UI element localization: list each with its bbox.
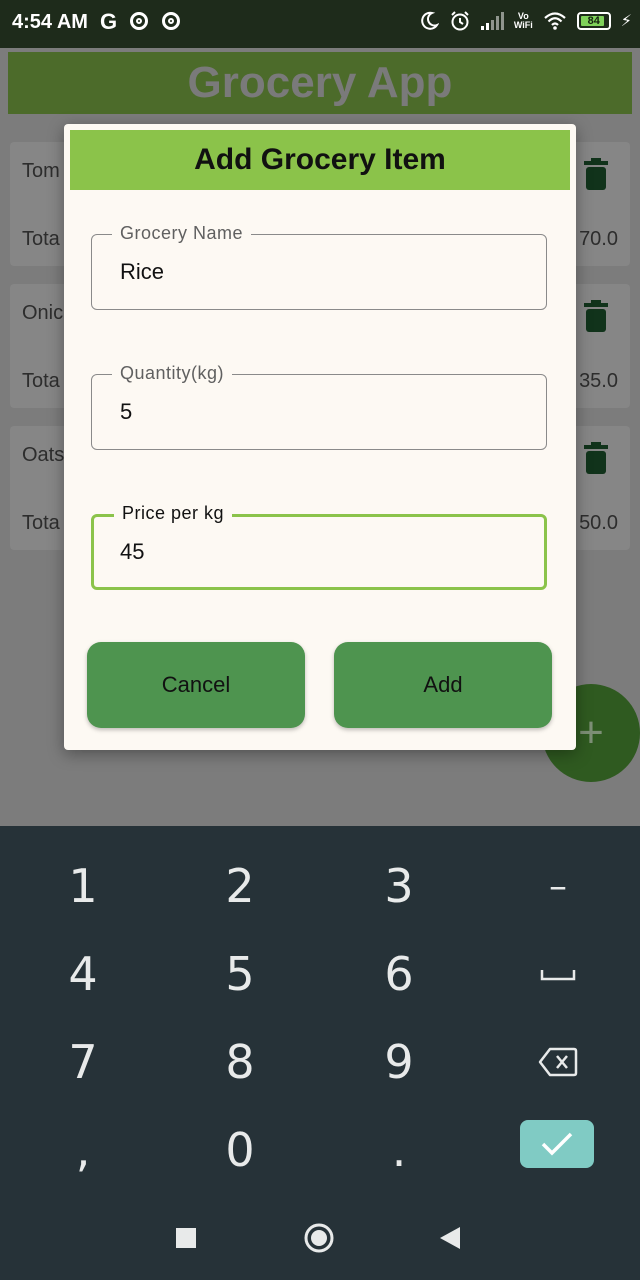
data-saver-icon-2	[162, 12, 180, 30]
vowifi-icon: Vo WiFi	[514, 12, 533, 30]
price-field[interactable]: Price per kg 45	[91, 503, 547, 590]
add-icon: +	[578, 708, 604, 757]
key-7[interactable]: 7	[3, 1018, 163, 1106]
google-icon: G	[100, 9, 118, 34]
trash-icon[interactable]	[584, 158, 608, 190]
signal-icon	[480, 12, 504, 30]
space-icon	[540, 970, 576, 981]
item-name: Oats	[22, 444, 65, 466]
item-total-label: Tota	[22, 228, 60, 250]
space-key[interactable]	[478, 930, 638, 1018]
item-total-price: 35.0	[579, 370, 618, 392]
recents-icon[interactable]	[176, 1228, 196, 1248]
key-9[interactable]: 9	[319, 1018, 479, 1106]
key-1[interactable]: 1	[3, 842, 163, 930]
vowifi-wifi: WiFi	[513, 20, 533, 30]
key-period[interactable]: .	[319, 1106, 479, 1194]
key-8[interactable]: 8	[160, 1018, 320, 1106]
dialog-title: Add Grocery Item	[70, 130, 570, 190]
add-grocery-dialog: Add Grocery Item Grocery Name Rice Quant…	[64, 124, 576, 750]
app-title: Grocery App	[187, 58, 453, 107]
status-time: 4:54 AM	[12, 11, 88, 33]
grocery-name-label: Grocery Name	[112, 223, 252, 244]
item-name: Onic	[22, 302, 64, 324]
item-total-label: Tota	[22, 370, 60, 392]
quantity-value[interactable]: 5	[120, 399, 132, 425]
status-bar: 4:54 AM G Vo WiFi 84 ⚡	[0, 0, 640, 48]
app-bar: Grocery App	[8, 52, 632, 114]
backspace-icon	[538, 1047, 578, 1077]
charging-icon: ⚡	[620, 13, 632, 30]
numeric-keyboard: 1 2 3 – 4 5 6 7 8 9 , 0 .	[0, 826, 640, 1280]
trash-icon[interactable]	[584, 442, 608, 474]
item-name: Tom	[22, 160, 60, 182]
price-value[interactable]: 45	[120, 539, 144, 565]
key-3[interactable]: 3	[319, 842, 479, 930]
key-0[interactable]: 0	[160, 1106, 320, 1194]
backspace-key[interactable]	[478, 1018, 638, 1106]
key-2[interactable]: 2	[160, 842, 320, 930]
key-6[interactable]: 6	[319, 930, 479, 1018]
status-icons: Vo WiFi 84 ⚡	[419, 10, 632, 32]
wifi-icon	[544, 12, 566, 30]
moon-icon	[421, 11, 439, 30]
alarm-icon	[451, 11, 469, 31]
enter-key[interactable]	[520, 1120, 594, 1168]
battery-icon: 84	[576, 12, 611, 30]
grocery-name-value[interactable]: Rice	[120, 259, 164, 285]
key-5[interactable]: 5	[160, 930, 320, 1018]
key-minus[interactable]: –	[478, 842, 638, 930]
item-total-price: 50.0	[579, 512, 618, 534]
key-comma[interactable]: ,	[3, 1106, 163, 1194]
trash-icon[interactable]	[584, 300, 608, 332]
data-saver-icon	[130, 12, 148, 30]
check-icon	[541, 1132, 573, 1156]
quantity-field[interactable]: Quantity(kg) 5	[91, 363, 547, 450]
home-icon[interactable]	[304, 1223, 334, 1253]
key-4[interactable]: 4	[3, 930, 163, 1018]
item-total-price: 70.0	[579, 228, 618, 250]
add-button[interactable]: Add	[334, 642, 552, 728]
grocery-name-field[interactable]: Grocery Name Rice	[91, 223, 547, 310]
cancel-button[interactable]: Cancel	[87, 642, 305, 728]
battery-level: 84	[587, 15, 600, 27]
item-total-label: Tota	[22, 512, 60, 534]
price-label: Price per kg	[114, 503, 233, 524]
quantity-label: Quantity(kg)	[112, 363, 233, 384]
back-icon[interactable]	[440, 1227, 460, 1249]
